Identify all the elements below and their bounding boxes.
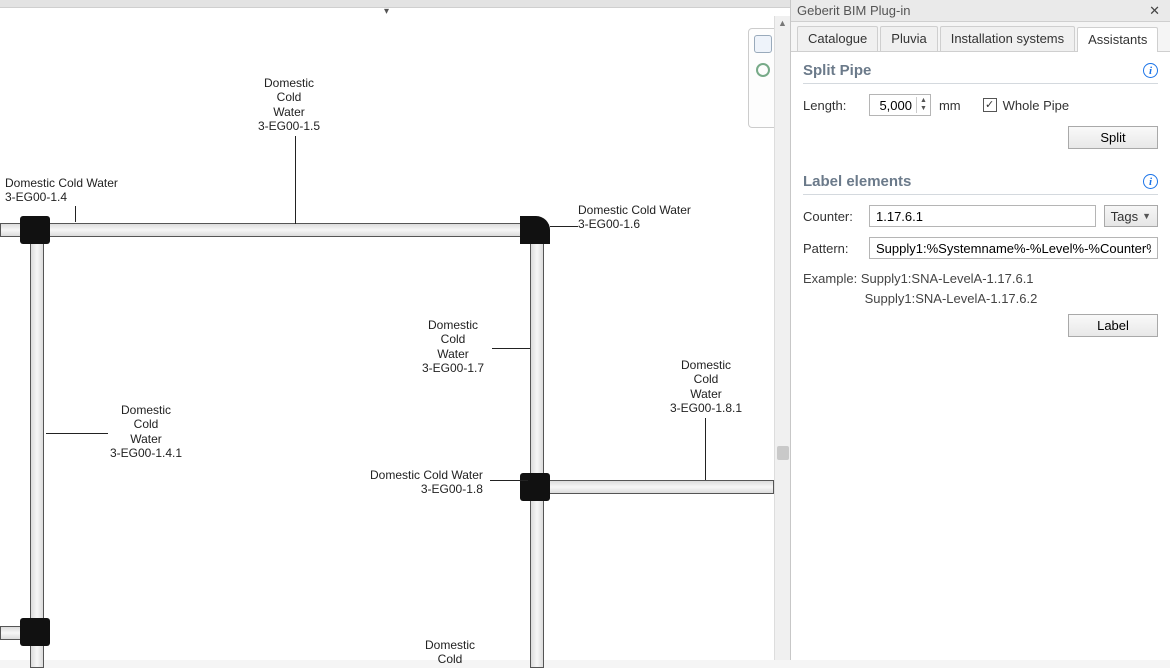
checkbox-box[interactable]: ✓ <box>983 98 997 112</box>
pipe-label: Domestic Cold Water3-EG00-1.4 <box>5 176 118 205</box>
scrollbar-thumb[interactable] <box>777 446 789 460</box>
example-line1: Supply1:SNA-LevelA-1.17.6.1 <box>861 271 1034 286</box>
pipe-label: DomesticColdWater3-EG00-1.7 <box>422 318 484 376</box>
pattern-input[interactable] <box>869 237 1158 259</box>
tab-pluvia[interactable]: Pluvia <box>880 26 937 51</box>
tab-assistants[interactable]: Assistants <box>1077 27 1158 52</box>
split-pipe-heading: Split Pipe <box>803 62 871 79</box>
scroll-up-icon[interactable]: ▲ <box>778 18 787 28</box>
counter-input[interactable] <box>869 205 1096 227</box>
pipe-segment[interactable] <box>540 480 774 494</box>
length-unit: mm <box>939 98 961 113</box>
panel-header[interactable]: Geberit BIM Plug-in ✕ <box>791 0 1170 22</box>
length-input-wrapper: ▲▼ <box>869 94 931 116</box>
whole-pipe-checkbox[interactable]: ✓ Whole Pipe <box>983 98 1069 113</box>
leader-line <box>295 136 296 224</box>
canvas-vertical-scrollbar[interactable]: ▲ <box>774 16 790 660</box>
panel-tabs: Catalogue Pluvia Installation systems As… <box>791 22 1170 52</box>
leader-line <box>46 433 108 434</box>
leader-line <box>492 348 530 349</box>
split-button[interactable]: Split <box>1068 126 1158 149</box>
counter-label: Counter: <box>803 209 861 224</box>
pipe-fitting-elbow[interactable] <box>20 618 50 646</box>
example-line2: Supply1:SNA-LevelA-1.17.6.2 <box>865 291 1038 306</box>
close-icon[interactable]: ✕ <box>1145 3 1164 19</box>
leader-line <box>75 206 76 222</box>
section-split-pipe: Split Pipe i <box>803 62 1158 84</box>
example-label: Example: <box>803 271 857 286</box>
length-spinner[interactable]: ▲▼ <box>916 97 930 113</box>
whole-pipe-label: Whole Pipe <box>1003 98 1069 113</box>
label-button[interactable]: Label <box>1068 314 1158 337</box>
pipe-label: Domestic Cold Water3-EG00-1.6 <box>578 203 691 232</box>
chevron-down-icon: ▼ <box>1142 211 1151 221</box>
tags-label: Tags <box>1111 209 1138 224</box>
tags-dropdown[interactable]: Tags ▼ <box>1104 205 1158 227</box>
steering-wheel-icon[interactable] <box>756 63 770 77</box>
example-block: Example: Supply1:SNA-LevelA-1.17.6.1 Sup… <box>803 269 1158 308</box>
length-input[interactable] <box>870 98 916 113</box>
pipe-label: DomesticColdWater3-EG00-1.4.1 <box>110 403 182 461</box>
pipe-label: DomesticColdWater3-EG00-1.8.1 <box>670 358 742 416</box>
leader-line <box>550 226 578 227</box>
leader-line <box>705 418 706 480</box>
tab-catalogue[interactable]: Catalogue <box>797 26 878 51</box>
drawing-canvas[interactable]: ▾ Domestic Cold Water3-EG00-1.4 Domestic… <box>0 0 790 660</box>
tab-installation-systems[interactable]: Installation systems <box>940 26 1075 51</box>
plugin-panel: Geberit BIM Plug-in ✕ Catalogue Pluvia I… <box>790 0 1170 660</box>
view-cube-icon[interactable] <box>754 35 772 53</box>
pattern-label: Pattern: <box>803 241 861 256</box>
spin-down-icon[interactable]: ▼ <box>917 105 930 113</box>
panel-collapse-icon[interactable]: ▾ <box>384 6 396 16</box>
label-elements-heading: Label elements <box>803 173 911 190</box>
leader-line <box>490 480 528 481</box>
spin-up-icon[interactable]: ▲ <box>917 97 930 105</box>
pipe-segment[interactable] <box>530 230 544 668</box>
pipe-segment[interactable] <box>0 223 545 237</box>
section-label-elements: Label elements i <box>803 173 1158 195</box>
length-label: Length: <box>803 98 861 113</box>
pipe-fitting-tee[interactable] <box>520 473 550 501</box>
pipe-fitting-elbow[interactable] <box>520 216 550 244</box>
panel-title: Geberit BIM Plug-in <box>797 3 910 18</box>
pipe-segment[interactable] <box>30 230 44 668</box>
info-icon[interactable]: i <box>1143 63 1158 78</box>
pipe-label: DomesticCold <box>425 638 475 667</box>
pipe-label: Domestic Cold Water3-EG00-1.8 <box>370 468 483 497</box>
info-icon[interactable]: i <box>1143 174 1158 189</box>
pipe-label: DomesticColdWater3-EG00-1.5 <box>258 76 320 134</box>
panel-body: Split Pipe i Length: ▲▼ mm ✓ Whole Pipe … <box>791 52 1170 660</box>
pipe-fitting-tee[interactable] <box>20 216 50 244</box>
